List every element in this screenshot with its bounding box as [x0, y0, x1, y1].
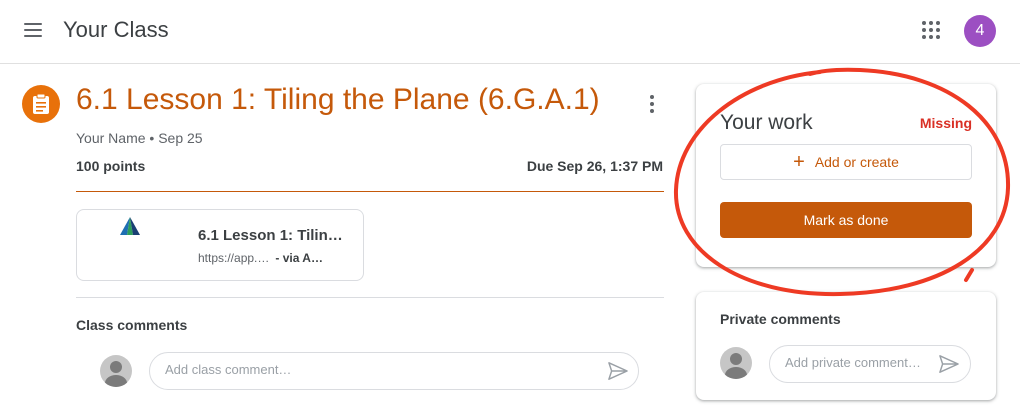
plus-icon: +	[793, 151, 805, 173]
missing-status-badge: Missing	[919, 115, 972, 131]
assignment-clipboard-icon	[22, 85, 60, 123]
top-app-bar: Your Class 4	[0, 0, 1020, 64]
posted-date: Sep 25	[158, 130, 203, 146]
more-options-icon[interactable]	[646, 94, 658, 116]
private-comment-box	[769, 345, 971, 383]
send-icon[interactable]	[938, 354, 960, 374]
your-work-title: Your work	[720, 111, 813, 134]
user-avatar	[100, 355, 132, 387]
attachment-url: https://app.…	[198, 251, 270, 265]
mark-as-done-button[interactable]: Mark as done	[720, 202, 972, 238]
attachment-source: https://app.… - via A…	[198, 251, 323, 265]
class-comment-input[interactable]	[165, 362, 595, 377]
private-comments-card: Private comments	[696, 292, 996, 400]
private-comments-label: Private comments	[720, 311, 841, 327]
assignment-title: 6.1 Lesson 1: Tiling the Plane (6.G.A.1)	[76, 83, 600, 116]
account-avatar[interactable]: 4	[964, 15, 996, 47]
attachment-card[interactable]: 6.1 Lesson 1: Tilin… https://app.… - via …	[76, 209, 364, 281]
private-comment-input[interactable]	[785, 355, 935, 370]
user-avatar	[720, 347, 752, 379]
hamburger-menu-icon[interactable]	[22, 22, 46, 40]
author-name: Your Name	[76, 130, 146, 146]
header-divider	[76, 191, 664, 192]
comments-divider	[76, 297, 664, 298]
app-logo-icon	[120, 217, 140, 235]
attachment-via: - via A…	[275, 251, 323, 265]
apps-grid-icon[interactable]	[922, 21, 942, 41]
assignment-meta: Your Name • Sep 25	[76, 130, 203, 146]
due-date: Due Sep 26, 1:37 PM	[526, 158, 663, 174]
meta-separator: •	[149, 130, 159, 146]
points-label: 100 points	[76, 158, 146, 174]
attachment-title: 6.1 Lesson 1: Tilin…	[198, 227, 343, 244]
add-or-create-label: Add or create	[814, 154, 899, 170]
add-or-create-button[interactable]: + Add or create	[720, 144, 972, 180]
send-icon[interactable]	[607, 361, 629, 381]
your-work-card: Your work Missing + Add or create Mark a…	[696, 84, 996, 267]
class-comments-label: Class comments	[76, 317, 188, 333]
class-title[interactable]: Your Class	[63, 17, 169, 43]
class-comment-box	[149, 352, 639, 390]
